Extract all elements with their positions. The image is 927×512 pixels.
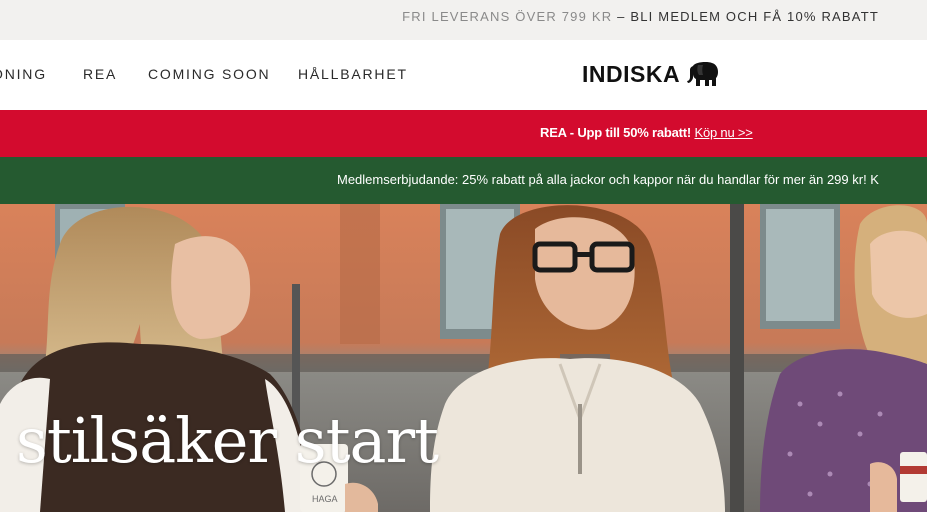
sale-text: REA - Upp till 50% rabatt! bbox=[540, 125, 695, 140]
hero-banner[interactable]: HAGA stilsäker start bbox=[0, 204, 927, 512]
nav-item-hallbarhet[interactable]: HÅLLBARHET bbox=[298, 66, 408, 82]
member-offer-link[interactable]: BLI MEDLEM OCH FÅ 10% RABATT bbox=[630, 9, 879, 24]
announcement-separator: – bbox=[612, 9, 631, 24]
elephant-icon bbox=[687, 62, 719, 86]
shop-now-link[interactable]: Köp nu >> bbox=[694, 125, 752, 140]
nav-item-coming-soon[interactable]: COMING SOON bbox=[148, 66, 270, 82]
main-navigation: ONING REA COMING SOON HÅLLBARHET INDISKA bbox=[0, 40, 927, 110]
logo-text: INDISKA bbox=[582, 60, 681, 87]
member-offer-banner: Medlemserbjudande: 25% rabatt på alla ja… bbox=[0, 157, 927, 204]
nav-item-rea[interactable]: REA bbox=[83, 66, 117, 82]
sale-banner: REA - Upp till 50% rabatt! Köp nu >> bbox=[0, 110, 927, 157]
logo[interactable]: INDISKA bbox=[582, 60, 721, 88]
delivery-text: FRI LEVERANS ÖVER 799 KR bbox=[402, 9, 613, 24]
hero-title: stilsäker start bbox=[16, 404, 439, 477]
member-offer-text[interactable]: Medlemserbjudande: 25% rabatt på alla ja… bbox=[337, 172, 879, 187]
sale-banner-text: REA - Upp till 50% rabatt! Köp nu >> bbox=[540, 125, 753, 140]
announcement-text: FRI LEVERANS ÖVER 799 KR – BLI MEDLEM OC… bbox=[402, 9, 879, 24]
announcement-bar: FRI LEVERANS ÖVER 799 KR – BLI MEDLEM OC… bbox=[0, 0, 927, 40]
cup-label: HAGA bbox=[312, 494, 338, 504]
nav-item-collection[interactable]: ONING bbox=[0, 66, 47, 82]
